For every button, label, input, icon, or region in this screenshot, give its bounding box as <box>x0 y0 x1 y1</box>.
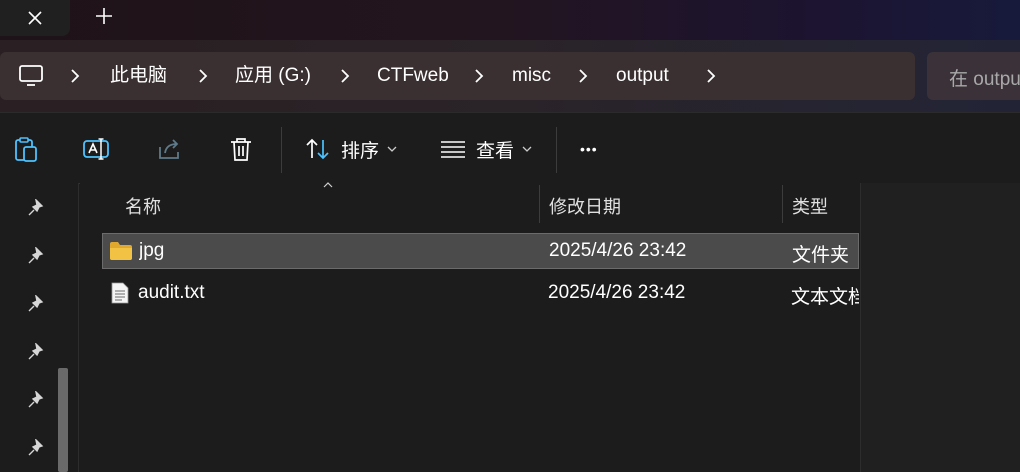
chevron-down-icon <box>522 146 532 152</box>
breadcrumb-misc[interactable]: misc <box>512 64 551 88</box>
chevron-right-icon[interactable] <box>198 67 208 85</box>
plus-icon <box>96 8 112 24</box>
column-header-date[interactable]: 修改日期 <box>549 193 621 219</box>
chevron-right-icon[interactable] <box>474 67 484 85</box>
view-list-icon <box>441 141 465 158</box>
close-tab-button[interactable] <box>0 0 70 36</box>
column-divider[interactable] <box>539 185 540 223</box>
close-icon <box>28 11 42 25</box>
search-input[interactable]: 在 output <box>927 52 1020 100</box>
file-date: 2025/4/26 23:42 <box>548 282 686 303</box>
file-type: 文件夹 <box>792 245 850 266</box>
pin-icon[interactable] <box>27 199 45 217</box>
file-date: 2025/4/26 23:42 <box>549 240 687 261</box>
column-divider[interactable] <box>782 185 783 223</box>
chevron-right-icon[interactable] <box>70 67 80 85</box>
tab-strip <box>0 0 1020 40</box>
breadcrumb-ctfweb[interactable]: CTFweb <box>377 64 449 88</box>
rename-icon[interactable] <box>82 135 110 163</box>
sort-label: 排序 <box>341 140 380 162</box>
text-file-icon <box>111 282 129 304</box>
sort-button[interactable]: 排序 <box>305 133 397 165</box>
command-bar: 排序 查看 ••• <box>0 112 1020 184</box>
folder-icon <box>110 242 132 260</box>
view-button[interactable]: 查看 <box>440 133 532 165</box>
file-row[interactable]: audit.txt 2025/4/26 23:42 文本文档 <box>102 276 859 312</box>
breadcrumb-this-pc[interactable]: 此电脑 <box>110 64 167 88</box>
share-icon[interactable] <box>156 135 184 163</box>
delete-icon[interactable] <box>227 135 255 163</box>
column-header-name[interactable]: 名称 <box>125 193 161 219</box>
nav-scrollbar-thumb[interactable] <box>58 368 68 472</box>
breadcrumb-output[interactable]: output <box>616 64 669 88</box>
computer-icon <box>19 65 43 86</box>
more-icon: ••• <box>580 141 598 157</box>
pin-icon[interactable] <box>27 343 45 361</box>
sort-icon <box>306 138 329 160</box>
sort-ascending-icon <box>323 182 333 188</box>
chevron-right-icon[interactable] <box>578 67 588 85</box>
file-row-selected[interactable]: jpg 2025/4/26 23:42 文件夹 <box>102 233 859 269</box>
search-placeholder: 在 output <box>949 69 1020 90</box>
toolbar-divider <box>281 127 282 173</box>
chevron-right-icon[interactable] <box>340 67 350 85</box>
file-name: jpg <box>139 240 165 261</box>
pin-icon[interactable] <box>27 439 45 457</box>
more-options-button[interactable]: ••• <box>580 133 598 165</box>
chevron-right-icon[interactable] <box>706 67 716 85</box>
toolbar-divider <box>556 127 557 173</box>
paste-icon[interactable] <box>12 135 40 163</box>
pin-icon[interactable] <box>27 295 45 313</box>
view-label: 查看 <box>476 140 515 162</box>
column-header-type[interactable]: 类型 <box>792 193 828 219</box>
address-bar[interactable]: 此电脑 应用 (G:) CTFweb misc output <box>0 52 915 100</box>
file-name: audit.txt <box>138 282 205 303</box>
details-pane-blank <box>860 183 1020 472</box>
address-row: 此电脑 应用 (G:) CTFweb misc output 在 output <box>0 40 1020 112</box>
file-type: 文本文档 <box>791 287 859 308</box>
chevron-down-icon <box>387 146 397 152</box>
pin-icon[interactable] <box>27 247 45 265</box>
new-tab-button[interactable] <box>86 0 122 32</box>
file-list: 名称 修改日期 类型 jpg 2025/4/26 23:42 文件夹 audit… <box>80 182 860 472</box>
breadcrumb-drive-g[interactable]: 应用 (G:) <box>235 64 311 88</box>
pin-icon[interactable] <box>27 391 45 409</box>
